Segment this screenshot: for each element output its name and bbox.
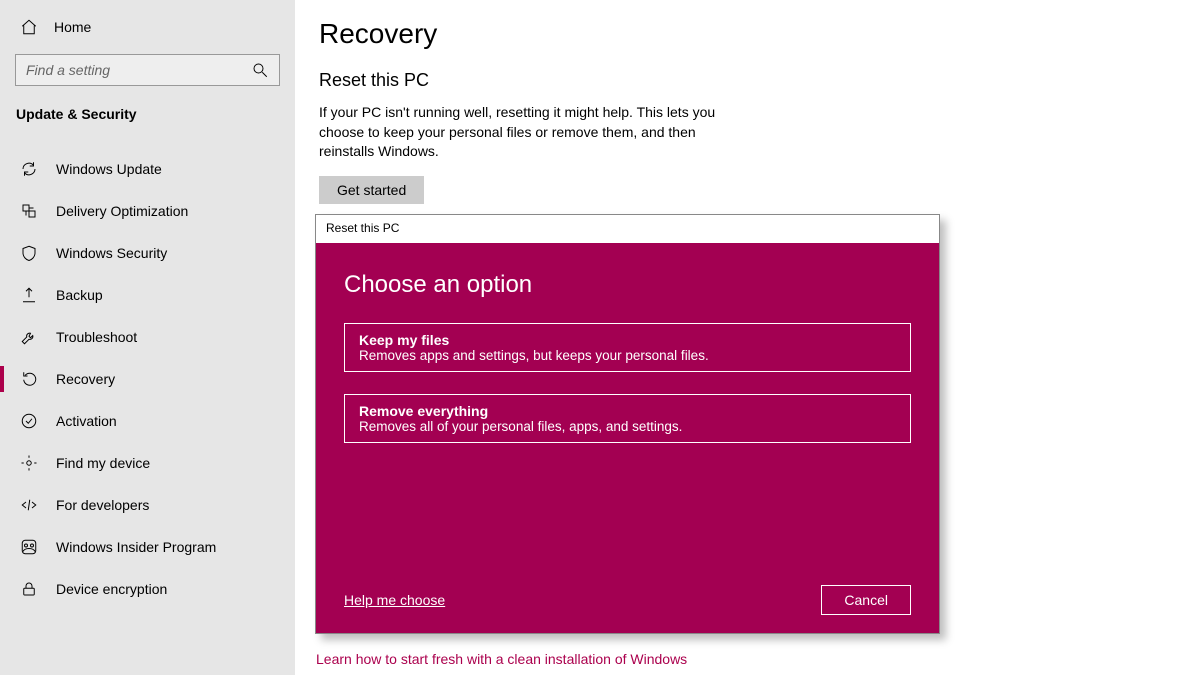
sidebar-item-backup[interactable]: Backup — [0, 274, 295, 316]
sidebar-item-label: Backup — [56, 287, 103, 303]
reset-pc-dialog: Reset this PC Choose an option Keep my f… — [315, 214, 940, 634]
reset-body-text: If your PC isn't running well, resetting… — [319, 103, 739, 162]
developer-icon — [20, 496, 38, 514]
sidebar-item-troubleshoot[interactable]: Troubleshoot — [0, 316, 295, 358]
get-started-button[interactable]: Get started — [319, 176, 424, 204]
lock-icon — [20, 580, 38, 598]
find-icon — [20, 454, 38, 472]
sidebar-item-label: Windows Security — [56, 245, 167, 261]
search-field[interactable] — [26, 62, 251, 78]
wrench-icon — [20, 328, 38, 346]
sidebar-item-activation[interactable]: Activation — [0, 400, 295, 442]
dialog-heading: Choose an option — [344, 271, 911, 299]
sidebar-item-label: Delivery Optimization — [56, 203, 188, 219]
sidebar-item-windows-security[interactable]: Windows Security — [0, 232, 295, 274]
sidebar-item-label: Windows Update — [56, 161, 162, 177]
sidebar-item-label: Windows Insider Program — [56, 539, 216, 555]
check-circle-icon — [20, 412, 38, 430]
help-me-choose-link[interactable]: Help me choose — [344, 592, 445, 608]
sidebar-item-find-my-device[interactable]: Find my device — [0, 442, 295, 484]
learn-fresh-install-link[interactable]: Learn how to start fresh with a clean in… — [316, 651, 687, 667]
page-title: Recovery — [319, 18, 1160, 50]
home-link[interactable]: Home — [0, 18, 295, 54]
sidebar-section-title: Update & Security — [0, 106, 295, 128]
shield-icon — [20, 244, 38, 262]
cancel-button[interactable]: Cancel — [821, 585, 911, 615]
dialog-body: Choose an option Keep my files Removes a… — [316, 243, 939, 633]
option-title: Keep my files — [359, 332, 896, 348]
sidebar-item-label: Find my device — [56, 455, 150, 471]
sidebar-item-recovery[interactable]: Recovery — [0, 358, 295, 400]
sidebar-nav: Windows Update Delivery Optimization Win… — [0, 148, 295, 610]
sidebar-item-windows-update[interactable]: Windows Update — [0, 148, 295, 190]
sidebar-item-label: For developers — [56, 497, 149, 513]
delivery-icon — [20, 202, 38, 220]
option-title: Remove everything — [359, 403, 896, 419]
option-desc: Removes apps and settings, but keeps you… — [359, 348, 896, 363]
sidebar-item-insider-program[interactable]: Windows Insider Program — [0, 526, 295, 568]
sidebar: Home Update & Security Windows Update De… — [0, 0, 295, 675]
home-label: Home — [54, 19, 91, 35]
sidebar-item-label: Recovery — [56, 371, 115, 387]
backup-icon — [20, 286, 38, 304]
option-desc: Removes all of your personal files, apps… — [359, 419, 896, 434]
insider-icon — [20, 538, 38, 556]
home-icon — [20, 18, 38, 36]
dialog-titlebar: Reset this PC — [316, 215, 939, 243]
search-icon — [251, 61, 269, 79]
recovery-icon — [20, 370, 38, 388]
sidebar-item-label: Device encryption — [56, 581, 167, 597]
sidebar-item-for-developers[interactable]: For developers — [0, 484, 295, 526]
sidebar-item-delivery-optimization[interactable]: Delivery Optimization — [0, 190, 295, 232]
sidebar-item-device-encryption[interactable]: Device encryption — [0, 568, 295, 610]
sync-icon — [20, 160, 38, 178]
search-input[interactable] — [15, 54, 280, 86]
sidebar-item-label: Activation — [56, 413, 117, 429]
sidebar-item-label: Troubleshoot — [56, 329, 137, 345]
reset-heading: Reset this PC — [319, 70, 1160, 91]
option-keep-my-files[interactable]: Keep my files Removes apps and settings,… — [344, 323, 911, 372]
option-remove-everything[interactable]: Remove everything Removes all of your pe… — [344, 394, 911, 443]
